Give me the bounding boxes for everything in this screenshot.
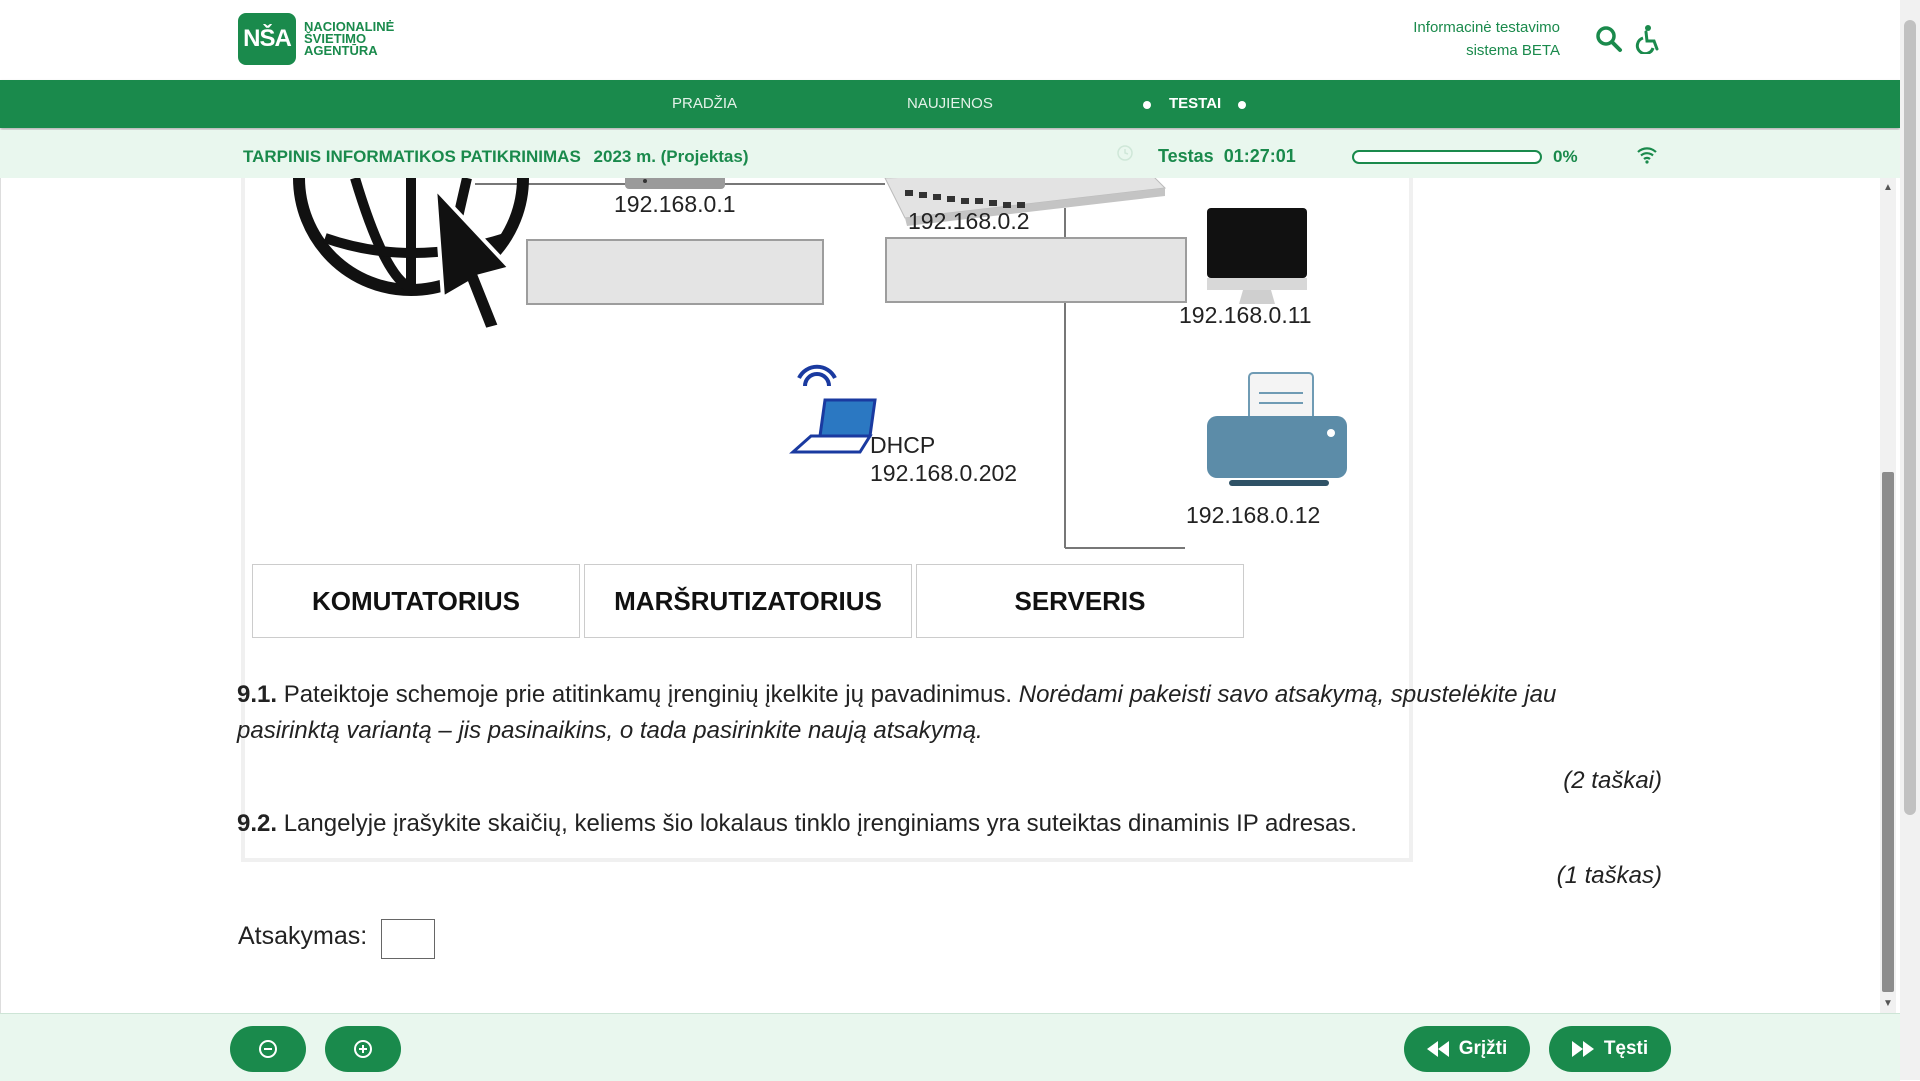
draggable-label-serveris[interactable]: SERVERIS <box>916 564 1244 638</box>
question-content: 192.168.0.1 192.168.0.2 192.168.0.11 DHC… <box>0 178 1881 1013</box>
footer-bar: Grįžti Tęsti <box>0 1013 1900 1081</box>
exam-title-text: TARPINIS INFORMATIKOS PATIKRINIMAS <box>243 147 581 166</box>
question-9-1: 9.1. Pateiktoje schemoje prie atitinkamų… <box>237 677 1661 749</box>
system-name: Informacinė testavimo sistema BETA <box>1413 16 1560 62</box>
printer-ip: 192.168.0.12 <box>1186 502 1321 528</box>
progress-bar <box>1352 150 1542 164</box>
network-diagram: 192.168.0.1 192.168.0.2 192.168.0.11 DHC… <box>241 178 1413 862</box>
logo-mark: NŠA <box>238 13 296 65</box>
question-9-1-number: 9.1. <box>237 681 278 708</box>
laptop-ip: 192.168.0.202 <box>870 460 1018 486</box>
zoom-in-icon <box>354 1040 372 1058</box>
back-button[interactable]: Grįžti <box>1404 1026 1530 1072</box>
nav-active-dot-left <box>1143 101 1151 109</box>
timer: Testas 01:27:01 <box>1158 146 1296 167</box>
computer-monitor-icon <box>1207 208 1307 304</box>
double-chevron-right-icon <box>1571 1041 1594 1057</box>
question-9-2-points: (1 taškas) <box>1556 862 1662 889</box>
system-name-line-1: Informacinė testavimo <box>1413 19 1560 36</box>
next-button[interactable]: Tęsti <box>1549 1026 1671 1072</box>
system-name-line-2: sistema BETA <box>1466 42 1560 59</box>
double-chevron-left-icon <box>1426 1041 1449 1057</box>
nav-item-testai[interactable]: TESTAI <box>1169 95 1221 112</box>
laptop-dhcp-label: DHCP <box>870 432 936 458</box>
router-icon <box>625 178 725 189</box>
drop-target-router[interactable] <box>526 239 824 305</box>
accessibility-icon[interactable] <box>1633 24 1663 56</box>
router-ip: 192.168.0.1 <box>614 191 736 217</box>
internet-globe-icon <box>293 178 529 333</box>
page-scrollbar[interactable] <box>1900 0 1920 1080</box>
nsa-logo[interactable]: NŠA NACIONALINĖ ŠVIETIMO AGENTŪRA <box>238 13 414 65</box>
question-9-1-points: (2 taškai) <box>1563 767 1662 794</box>
clock-icon <box>1116 144 1134 167</box>
answer-label: Atsakymas: <box>238 922 368 950</box>
logo-text: NACIONALINĖ ŠVIETIMO AGENTŪRA <box>304 20 414 58</box>
nav-active-dot-right <box>1238 101 1246 109</box>
zoom-out-icon <box>259 1040 277 1058</box>
logo-line-3: AGENTŪRA <box>304 43 378 58</box>
timer-label: Testas <box>1158 146 1214 166</box>
exam-year: 2023 m. (Projektas) <box>593 147 749 166</box>
content-scrollbar[interactable]: ▲ ▼ <box>1880 178 1896 1013</box>
progress-percent: 0% <box>1553 147 1578 166</box>
computer-ip: 192.168.0.11 <box>1179 302 1312 328</box>
question-9-1-text: Pateiktoje schemoje prie atitinkamų įren… <box>277 681 1019 708</box>
page-scroll-thumb[interactable] <box>1904 20 1916 815</box>
question-9-2-number: 9.2. <box>237 810 278 837</box>
top-header: NŠA NACIONALINĖ ŠVIETIMO AGENTŪRA Inform… <box>0 0 1900 80</box>
zoom-in-button[interactable] <box>325 1026 401 1072</box>
back-button-label: Grįžti <box>1458 1038 1508 1059</box>
drop-target-switch[interactable] <box>885 237 1187 303</box>
question-9-2-text: Langelyje įrašykite skaičių, keliems šio… <box>277 810 1358 837</box>
test-status-bar: TARPINIS INFORMATIKOS PATIKRINIMAS 2023 … <box>0 130 1900 178</box>
timer-value: 01:27:01 <box>1223 146 1296 166</box>
draggable-label-marsrutizatorius[interactable]: MARŠRUTIZATORIUS <box>584 564 912 638</box>
exam-title: TARPINIS INFORMATIKOS PATIKRINIMAS 2023 … <box>243 147 749 167</box>
question-9-2: 9.2. Langelyje įrašykite skaičių, keliem… <box>237 806 1661 842</box>
nav-item-naujienos[interactable]: NAUJIENOS <box>907 95 993 112</box>
wifi-icon <box>1636 146 1658 169</box>
answer-input[interactable] <box>381 919 435 959</box>
printer-icon <box>1207 372 1347 486</box>
search-icon[interactable] <box>1594 24 1624 54</box>
nav-item-pradzia[interactable]: PRADŽIA <box>672 95 737 112</box>
next-button-label: Tęsti <box>1603 1038 1649 1059</box>
scroll-up-arrow-icon[interactable]: ▲ <box>1883 182 1893 193</box>
main-nav: PRADŽIA NAUJIENOS TESTAI <box>0 80 1900 128</box>
scroll-down-arrow-icon[interactable]: ▼ <box>1883 998 1893 1009</box>
switch-ip: 192.168.0.2 <box>908 208 1030 234</box>
scroll-thumb[interactable] <box>1882 472 1894 992</box>
laptop-wifi-icon <box>789 364 877 454</box>
zoom-out-button[interactable] <box>230 1026 306 1072</box>
draggable-label-komutatorius[interactable]: KOMUTATORIUS <box>252 564 580 638</box>
